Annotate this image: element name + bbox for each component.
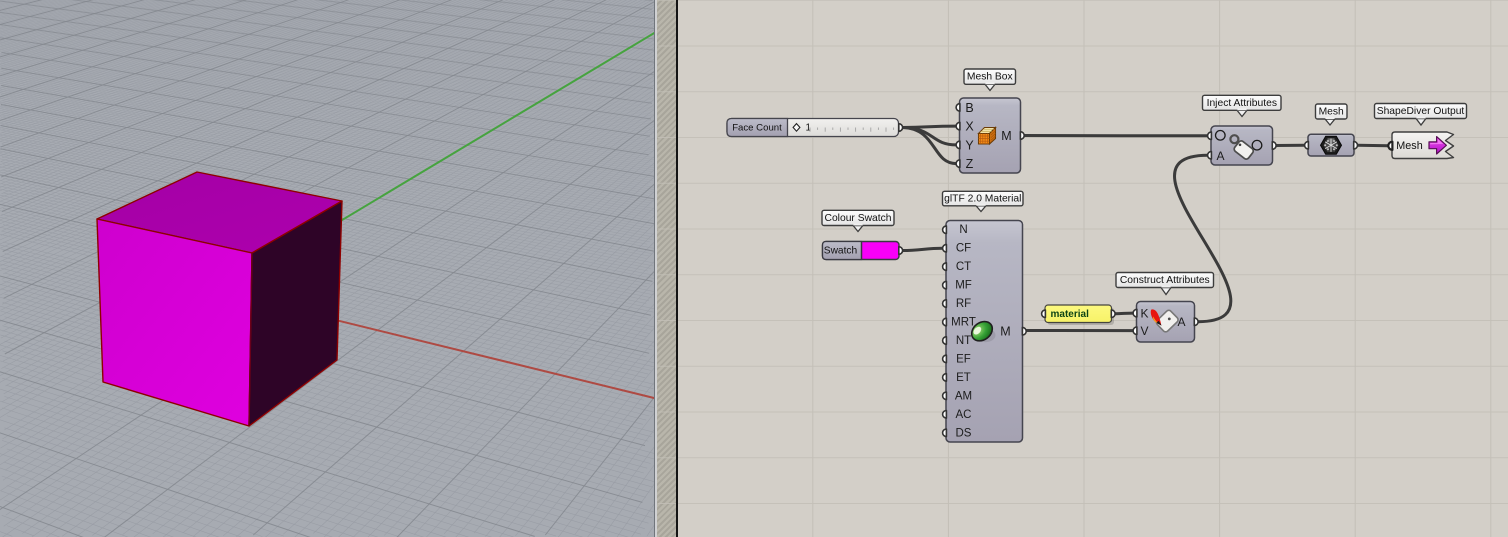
svg-text:A: A [1216,149,1224,163]
svg-text:glTF 2.0 Material: glTF 2.0 Material [944,194,1021,205]
svg-text:RF: RF [956,298,971,310]
svg-text:Inject Attributes: Inject Attributes [1207,98,1277,109]
svg-text:MRT: MRT [951,317,976,329]
svg-text:AC: AC [956,409,972,421]
svg-text:X: X [965,120,974,134]
svg-text:K: K [1140,307,1148,321]
svg-text:Mesh: Mesh [1319,107,1344,118]
svg-text:Z: Z [966,157,974,171]
svg-text:CF: CF [956,243,971,255]
svg-text:B: B [965,101,973,115]
svg-text:DS: DS [956,427,972,439]
svg-text:NT: NT [956,335,971,347]
svg-text:V: V [1140,324,1148,338]
svg-text:A: A [1177,315,1185,329]
svg-text:Colour Swatch: Colour Swatch [825,213,892,224]
svg-text:M: M [1001,129,1011,143]
svg-text:Construct Attributes: Construct Attributes [1120,275,1210,286]
svg-text:AM: AM [955,390,972,402]
svg-text:CT: CT [956,261,971,273]
svg-text:M: M [1000,325,1010,339]
svg-text:N: N [959,224,967,236]
svg-text:ShapeDiver Output: ShapeDiver Output [1377,106,1465,117]
svg-text:ET: ET [956,372,971,384]
svg-text:Mesh Box: Mesh Box [967,72,1014,83]
svg-text:Swatch: Swatch [824,246,857,257]
svg-text:Mesh: Mesh [1396,140,1422,152]
svg-text:MF: MF [955,280,972,292]
svg-text:Y: Y [965,138,974,152]
svg-text:material: material [1051,309,1090,320]
svg-text:EF: EF [956,353,971,365]
svg-text:Face Count: Face Count [732,123,782,134]
